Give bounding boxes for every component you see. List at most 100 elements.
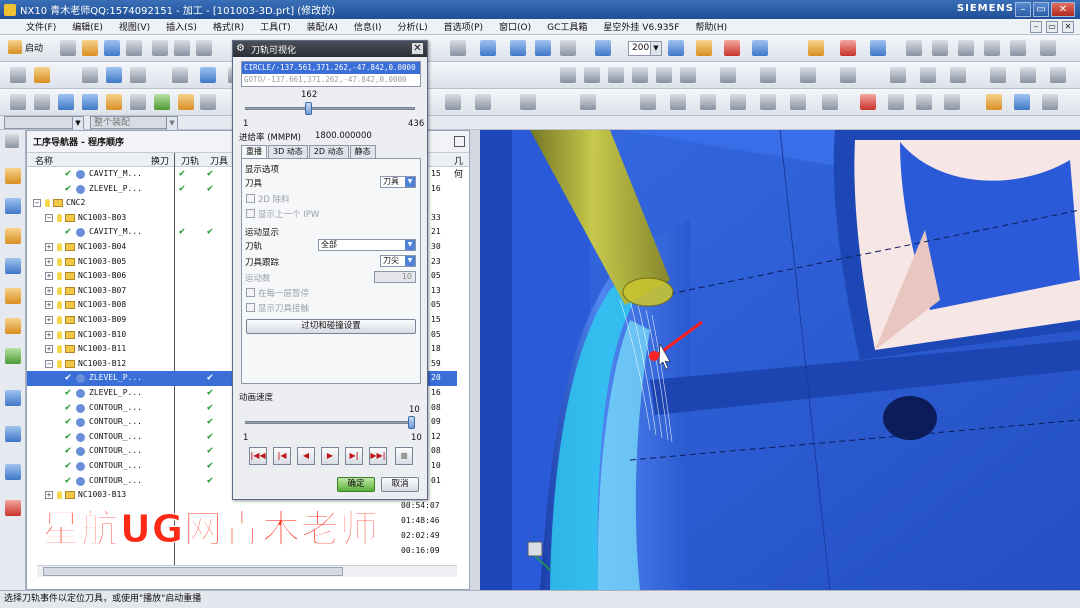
menu-preferences[interactable]: 首选项(P) [436, 20, 491, 33]
gear-icon[interactable]: ⚙ [236, 43, 245, 54]
box-icon-1[interactable] [906, 40, 922, 56]
create-method-icon[interactable] [106, 67, 122, 83]
postprocess-icon[interactable] [178, 94, 194, 110]
synchronous-icon-3[interactable] [916, 94, 932, 110]
clock-icon[interactable] [5, 464, 21, 480]
expand-toggle-icon[interactable]: + [45, 243, 53, 251]
doc-restore-button[interactable]: ▭ [1046, 21, 1058, 33]
project-curve-icon[interactable] [800, 67, 816, 83]
arrow-right-icon[interactable] [82, 94, 98, 110]
gear-icon[interactable] [5, 134, 19, 148]
dimension-icon[interactable] [870, 40, 886, 56]
arrow-left-icon[interactable] [58, 94, 74, 110]
expand-toggle-icon[interactable]: + [45, 257, 53, 266]
line-icon[interactable] [560, 67, 576, 83]
text-tool-icon[interactable] [680, 67, 696, 83]
cut-icon[interactable] [152, 40, 168, 56]
background-icon[interactable] [560, 40, 576, 56]
play-reverse-button[interactable]: ◀ [297, 447, 315, 465]
menu-format[interactable]: 格式(R) [205, 20, 252, 33]
expand-toggle-icon[interactable]: − [45, 213, 53, 222]
col-tool-change[interactable]: 换刀 [151, 154, 169, 167]
tool-display-dropdown[interactable]: 刀具 ▼ [380, 176, 416, 188]
layer-icon[interactable] [668, 40, 684, 56]
doc-minimize-button[interactable]: – [1030, 21, 1042, 33]
menu-analysis[interactable]: 分析(L) [390, 20, 436, 33]
web-browser-icon[interactable] [5, 390, 21, 406]
gouge-collision-settings-button[interactable]: 过切和碰撞设置 [246, 319, 416, 334]
doc-close-button[interactable]: ✕ [1062, 21, 1074, 33]
extra-icon[interactable] [1042, 94, 1058, 110]
new-file-icon[interactable] [60, 40, 76, 56]
expand-toggle-icon[interactable]: + [45, 345, 53, 354]
menu-tools[interactable]: 工具(T) [252, 20, 299, 33]
shaded-cube-icon[interactable] [480, 40, 496, 56]
snap-icon[interactable] [724, 40, 740, 56]
col-name[interactable]: 名称 [35, 154, 53, 167]
shop-doc-icon[interactable] [200, 94, 216, 110]
box-icon-5[interactable] [1010, 40, 1026, 56]
spline-icon[interactable] [720, 67, 736, 83]
save-icon[interactable] [104, 40, 120, 56]
circle-outline-icon[interactable] [520, 94, 536, 110]
menu-view[interactable]: 视图(V) [111, 20, 158, 33]
hexagon-icon[interactable] [445, 94, 461, 110]
menu-assembly[interactable]: 装配(A) [299, 20, 346, 33]
expand-toggle-icon[interactable]: − [33, 199, 41, 208]
motion-count-field[interactable]: 10 [374, 271, 416, 283]
nav-geometry-icon[interactable] [5, 228, 21, 244]
expand-toggle-icon[interactable]: − [45, 359, 53, 368]
stop-button[interactable]: ■ [395, 447, 413, 465]
open-file-icon[interactable] [82, 40, 98, 56]
zoom-combo[interactable]: 200 ▼ [628, 41, 662, 56]
menu-information[interactable]: 信息(I) [346, 20, 390, 33]
synchronous-icon-2[interactable] [888, 94, 904, 110]
edit-curve-icon-5[interactable] [1020, 67, 1036, 83]
menu-insert[interactable]: 插入(S) [158, 20, 205, 33]
box-icon-2[interactable] [932, 40, 948, 56]
menu-gc-toolbox[interactable]: GC工具箱 [539, 20, 595, 33]
node-icon[interactable] [475, 94, 491, 110]
synchronous-icon-1[interactable] [860, 94, 876, 110]
face-icon-5[interactable] [760, 94, 776, 110]
edit-curve-icon-2[interactable] [920, 67, 936, 83]
nav-machine-tool-icon[interactable] [5, 198, 21, 214]
synchronous-icon-4[interactable] [944, 94, 960, 110]
go-to-start-button[interactable]: |◀◀ [249, 447, 267, 465]
expand-toggle-icon[interactable]: + [45, 286, 53, 295]
event-slider-thumb[interactable] [305, 102, 313, 115]
section-icon[interactable] [840, 40, 856, 56]
menu-file[interactable]: 文件(F) [18, 20, 64, 33]
name-icon[interactable] [580, 94, 596, 110]
minimize-button[interactable]: – [1015, 2, 1031, 17]
face-icon-7[interactable] [822, 94, 838, 110]
nav-method-icon[interactable] [5, 258, 21, 274]
trim-curve-icon[interactable] [840, 67, 856, 83]
expand-toggle-icon[interactable]: + [45, 272, 53, 281]
toolpath-icon-2[interactable] [200, 67, 216, 83]
verify-icon[interactable] [130, 94, 146, 110]
ok-button[interactable]: 确定 [337, 477, 375, 492]
menu-xingkong-plugin[interactable]: 星空外挂 V6.935F [595, 20, 687, 33]
part-navigator-icon[interactable] [5, 288, 21, 304]
book-icon[interactable] [1014, 94, 1030, 110]
offset-curve-icon[interactable] [760, 67, 776, 83]
polygon-icon[interactable] [656, 67, 672, 83]
box-icon-6[interactable] [1040, 40, 1056, 56]
arc-icon[interactable] [584, 67, 600, 83]
edit-curve-icon[interactable] [890, 67, 906, 83]
measure-icon[interactable] [696, 40, 712, 56]
menu-window[interactable]: 窗口(O) [491, 20, 539, 33]
create-program-icon[interactable] [10, 67, 26, 83]
go-to-end-button[interactable]: ▶▶| [369, 447, 387, 465]
graphics-viewport[interactable] [480, 130, 1080, 590]
paste-icon[interactable] [196, 40, 212, 56]
maximize-icon[interactable] [454, 136, 465, 147]
type-filter-combo[interactable]: ▼ [4, 116, 84, 130]
reuse-library-icon[interactable] [5, 348, 21, 364]
close-icon[interactable]: ✕ [411, 42, 424, 55]
tab-replay[interactable]: 重播 [241, 145, 267, 158]
color-palette-icon[interactable] [986, 94, 1002, 110]
toolpath-icon-1[interactable] [172, 67, 188, 83]
cb-show-prev-ipw[interactable] [246, 209, 255, 218]
